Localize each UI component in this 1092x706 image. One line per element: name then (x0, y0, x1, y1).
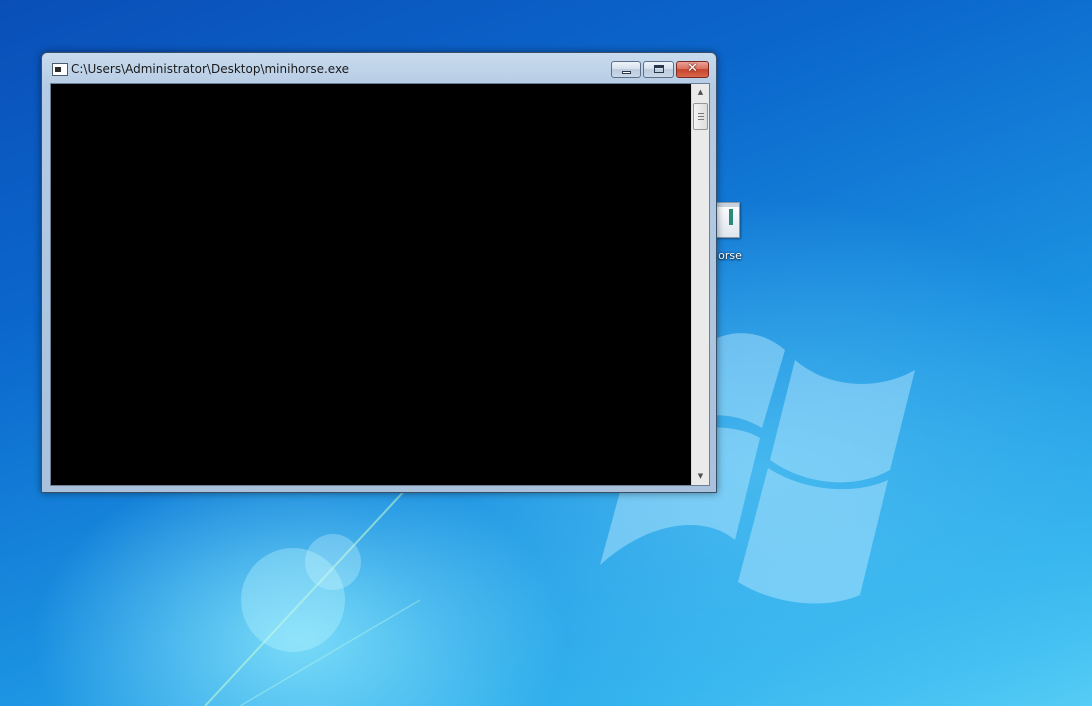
maximize-button[interactable] (643, 61, 674, 78)
scroll-down-arrow-icon[interactable]: ▼ (692, 468, 709, 485)
close-button[interactable]: ✕ (676, 61, 709, 78)
scroll-up-arrow-icon[interactable]: ▲ (692, 84, 709, 101)
console-client-area: ▲ ▼ (50, 83, 710, 486)
scrollbar-thumb[interactable] (693, 103, 708, 130)
console-app-icon[interactable] (52, 63, 68, 76)
maximize-icon (654, 65, 664, 73)
vertical-scrollbar[interactable]: ▲ ▼ (691, 84, 709, 485)
console-window[interactable]: C:\Users\Administrator\Desktop\minihorse… (41, 52, 717, 493)
window-title: C:\Users\Administrator\Desktop\minihorse… (71, 62, 350, 76)
console-output[interactable] (51, 84, 691, 485)
minimize-icon (622, 71, 631, 74)
desktop[interactable]: orse C:\Users\Administrator\Desktop\mini… (0, 0, 1092, 706)
minimize-button[interactable] (611, 61, 641, 78)
close-icon: ✕ (687, 61, 698, 76)
title-bar[interactable]: C:\Users\Administrator\Desktop\minihorse… (42, 53, 716, 83)
